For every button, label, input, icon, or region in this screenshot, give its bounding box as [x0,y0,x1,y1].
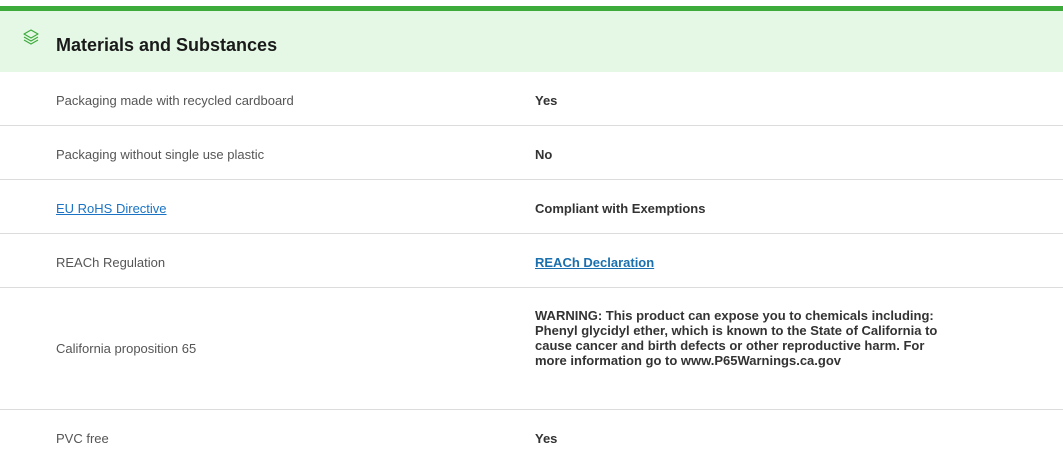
table-row: REACh Regulation REACh Declaration [0,234,1063,288]
table-row: Packaging made with recycled cardboard Y… [0,72,1063,126]
attributes-table: Packaging made with recycled cardboard Y… [0,72,1063,460]
attribute-value: No [535,147,553,162]
attribute-value: Yes [535,93,558,108]
reach-declaration-link[interactable]: REACh Declaration [535,255,654,270]
layers-icon [22,28,40,46]
table-row: Packaging without single use plastic No [0,126,1063,180]
attribute-value: Compliant with Exemptions [535,201,706,216]
table-row: EU RoHS Directive Compliant with Exempti… [0,180,1063,234]
attribute-label: Packaging without single use plastic [56,147,265,162]
section-title: Materials and Substances [56,35,278,55]
table-row: PVC free Yes [0,410,1063,460]
attribute-label: Packaging made with recycled cardboard [56,93,294,108]
eu-rohs-directive-link[interactable]: EU RoHS Directive [56,201,167,217]
attribute-label: California proposition 65 [56,341,197,356]
attribute-value: Yes [535,431,558,446]
attribute-label: REACh Regulation [56,255,166,270]
table-row: California proposition 65 WARNING: This … [0,288,1063,410]
section-header[interactable]: Materials and Substances [0,11,1063,72]
prop65-warning-text: WARNING: This product can expose you to … [535,308,938,368]
attribute-label: PVC free [56,431,109,446]
materials-substances-panel: Materials and Substances Packaging made … [0,0,1063,460]
